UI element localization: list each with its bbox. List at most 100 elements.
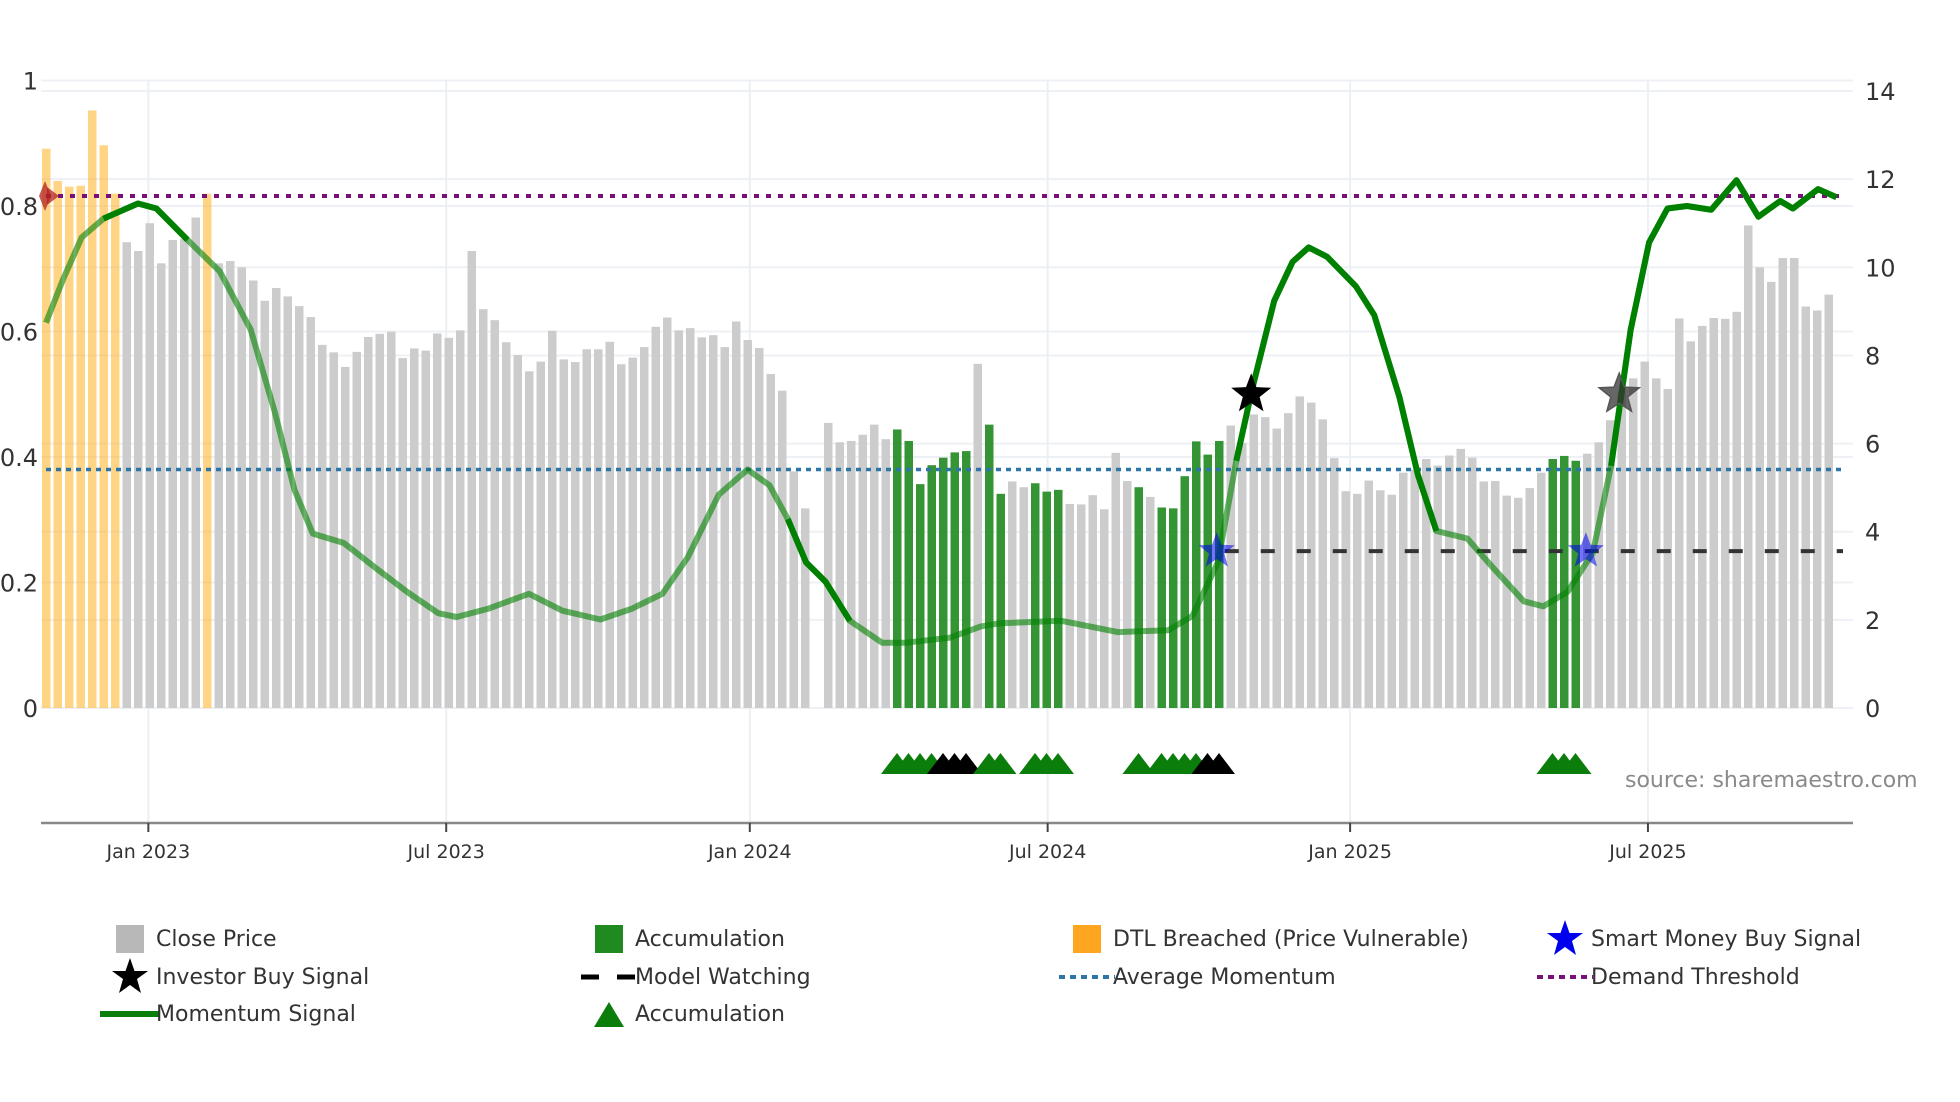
close-price-bar <box>444 337 453 708</box>
close-price-bar <box>594 349 603 708</box>
close-price-bar <box>226 261 235 708</box>
close-price-bar <box>375 333 384 708</box>
close-price-bar <box>272 288 281 708</box>
accumulation-bar <box>1054 489 1063 708</box>
close-price-bar <box>571 362 580 708</box>
accumulation-bar <box>1180 476 1189 708</box>
right-axis-tick-label: 0 <box>1865 695 1880 723</box>
close-price-bar <box>1387 494 1396 708</box>
left-axis-tick-label: 0 <box>23 695 38 723</box>
close-price-bar <box>168 239 177 708</box>
accumulation-bar <box>916 484 925 708</box>
close-price-bar <box>1376 490 1385 708</box>
close-price-bar <box>1341 491 1350 708</box>
accumulation-bar <box>1042 491 1051 708</box>
close-price-bar <box>1790 258 1799 708</box>
close-price-bar <box>1353 493 1362 708</box>
close-price-bar <box>1146 496 1155 708</box>
close-price-bar <box>479 309 488 708</box>
left-axis-tick-label: 0.6 <box>0 319 38 347</box>
close-price-bar <box>283 296 292 708</box>
close-price-bar <box>1686 341 1695 708</box>
close-price-bar <box>433 333 442 708</box>
x-tick-label: Jan 2024 <box>707 841 792 863</box>
close-price-bar <box>1594 442 1603 708</box>
close-price-bar <box>1088 495 1097 708</box>
accumulation-bar <box>1215 440 1224 708</box>
close-price-bar <box>191 217 200 708</box>
left-axis-tick-label: 0.8 <box>0 193 38 221</box>
right-axis-tick-label: 10 <box>1865 254 1896 282</box>
close-price-bar <box>801 508 810 708</box>
x-tick-label: Jan 2025 <box>1307 841 1392 863</box>
close-price-bar <box>1801 306 1810 708</box>
close-price-bar <box>1744 225 1753 708</box>
close-price-bar <box>766 373 775 708</box>
dtl-breached-bar <box>203 193 212 708</box>
close-price-bar <box>870 424 879 708</box>
close-price-bar <box>1123 481 1132 708</box>
close-price-bar <box>1525 488 1534 708</box>
close-price-bar <box>1721 318 1730 708</box>
close-price-bar <box>1824 294 1833 708</box>
right-axis-tick-label: 2 <box>1865 607 1880 635</box>
close-price-bar <box>835 442 844 708</box>
close-price-bar <box>628 357 637 708</box>
close-price-bar <box>651 326 660 708</box>
close-price-bar <box>352 351 361 708</box>
accumulation-bar <box>1560 455 1569 708</box>
close-price-bar <box>1364 480 1373 708</box>
close-price-bar <box>1077 504 1086 708</box>
close-price-bar <box>134 250 143 709</box>
close-price-bar <box>1629 378 1638 708</box>
close-price-bar <box>1640 361 1649 708</box>
accumulation-bar <box>1157 507 1166 708</box>
accumulation-bar <box>985 424 994 708</box>
dtl-breached-bar <box>53 180 62 709</box>
close-price-bar <box>858 434 867 708</box>
close-price-bar <box>1019 487 1028 708</box>
right-axis-tick-label: 8 <box>1865 342 1880 370</box>
x-tick-label: Jul 2025 <box>1608 841 1686 863</box>
close-price-bar <box>1261 417 1270 708</box>
close-price-bar <box>1100 509 1109 708</box>
close-price-bar <box>1249 414 1258 708</box>
accumulation-bar <box>950 452 959 708</box>
close-price-bar <box>1238 443 1247 708</box>
close-price-bar <box>1732 311 1741 708</box>
close-price-bar <box>1709 317 1718 708</box>
chart: Jan 2023 Jul 2023 Jan 2024 Jul 2024 Jan 2025… <box>0 68 1896 864</box>
close-price-bar <box>364 336 373 708</box>
close-price-bar <box>456 330 465 708</box>
x-tick-label: Jul 2024 <box>1008 841 1086 863</box>
close-price-bar <box>157 263 166 708</box>
right-axis-tick-label: 4 <box>1865 519 1880 547</box>
close-price-bar <box>536 361 545 708</box>
close-price-bar <box>1698 325 1707 708</box>
close-price-bar <box>617 364 626 708</box>
close-price-bar <box>214 263 223 708</box>
accumulation-bar <box>962 451 971 708</box>
accumulation-bar <box>904 440 913 708</box>
close-price-bar <box>1307 402 1316 708</box>
close-price-bar <box>1065 503 1074 708</box>
close-price-bar <box>145 223 154 709</box>
close-price-bar <box>398 358 407 708</box>
bar-series <box>42 110 1833 709</box>
close-price-bar <box>1445 455 1454 708</box>
close-price-bar <box>847 440 856 708</box>
close-price-bar <box>329 352 338 708</box>
close-price-bar <box>502 342 511 708</box>
close-price-bar <box>881 439 890 708</box>
close-price-bar <box>709 335 718 708</box>
accumulation-bar <box>927 465 936 708</box>
close-price-bar <box>789 471 798 708</box>
close-price-bar <box>1502 495 1511 708</box>
close-price-bar <box>1767 281 1776 708</box>
close-price-bar <box>1468 457 1477 708</box>
x-tick-label: Jan 2023 <box>106 841 191 863</box>
close-price-bar <box>755 347 764 708</box>
close-price-bar <box>1663 388 1672 708</box>
close-price-bar <box>1111 452 1120 708</box>
left-axis-tick-label: 1 <box>23 68 38 96</box>
